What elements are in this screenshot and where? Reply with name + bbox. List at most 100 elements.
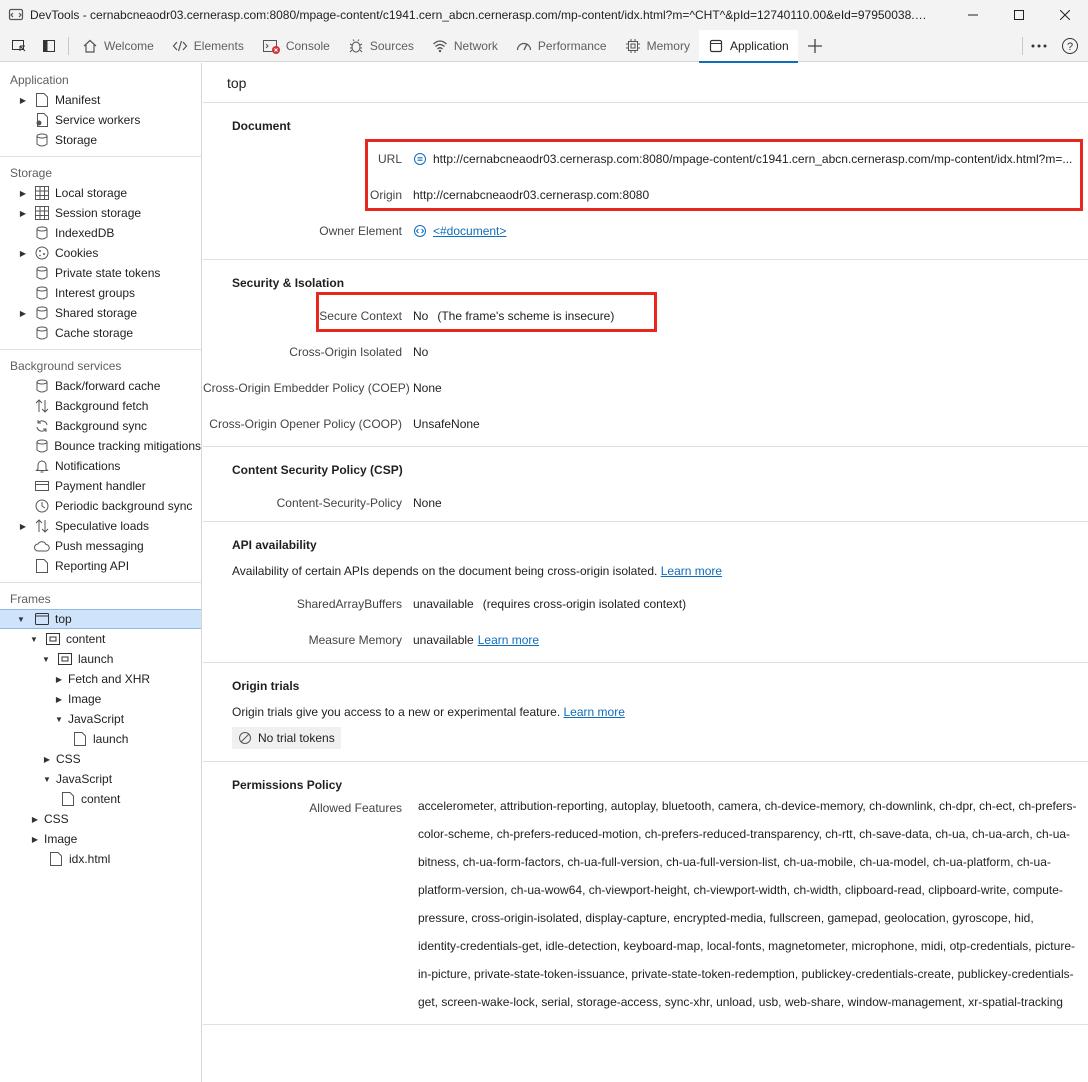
sidebar-item-cookies[interactable]: ▶ Cookies <box>0 243 201 263</box>
coep-label: Cross-Origin Embedder Policy (COEP) <box>203 381 410 395</box>
measure-memory-value: unavailable <box>413 633 474 647</box>
help-icon: ? <box>1062 37 1078 54</box>
frame-item-idx-html[interactable]: idx.html <box>0 849 201 869</box>
csp-label: Content-Security-Policy <box>276 496 402 510</box>
blocked-icon <box>239 732 251 744</box>
sidebar-item-interest-groups[interactable]: Interest groups <box>0 283 201 303</box>
frame-item-fetch-xhr[interactable]: ▶ Fetch and XHR <box>0 669 201 689</box>
tab-network[interactable]: Network <box>423 30 507 62</box>
coi-label: Cross-Origin Isolated <box>289 345 402 359</box>
sidebar-item-push-messaging[interactable]: Push messaging <box>0 536 201 556</box>
sidebar-item-service-workers[interactable]: Service workers <box>0 110 201 130</box>
sidebar-item-background-sync[interactable]: Background sync <box>0 416 201 436</box>
collapse-arrow-icon[interactable]: ▼ <box>54 715 64 724</box>
owner-element-row: Owner Element <#document> <box>203 213 1088 249</box>
tab-sources[interactable]: Sources <box>339 30 423 62</box>
sidebar-section-storage: Storage <box>10 166 53 180</box>
add-tab-button[interactable] <box>800 30 830 62</box>
measure-memory-learn-more-link[interactable]: Learn more <box>478 633 539 647</box>
expand-arrow-icon[interactable]: ▶ <box>30 835 40 844</box>
expand-arrow-icon[interactable]: ▶ <box>54 675 64 684</box>
more-options-button[interactable] <box>1024 30 1054 62</box>
expand-arrow-icon[interactable]: ▶ <box>54 695 64 704</box>
device-toggle-button[interactable] <box>34 30 64 62</box>
minimize-button[interactable] <box>950 0 996 30</box>
close-window-button[interactable] <box>1042 0 1088 30</box>
inspect-element-button[interactable] <box>4 30 34 62</box>
sidebar-section-frames: Frames <box>10 592 51 606</box>
frame-item-content-script[interactable]: content <box>0 789 201 809</box>
measure-memory-label: Measure Memory <box>308 633 402 647</box>
sidebar-item-periodic-sync[interactable]: Periodic background sync <box>0 496 201 516</box>
expand-arrow-icon[interactable]: ▶ <box>18 522 28 531</box>
bug-icon <box>349 38 363 52</box>
sidebar-item-notifications[interactable]: Notifications <box>0 456 201 476</box>
frame-item-launch[interactable]: ▼ launch <box>0 649 201 669</box>
up-down-arrows-icon <box>34 518 50 534</box>
coep-value: None <box>413 381 442 395</box>
tab-application[interactable]: Application <box>698 29 798 63</box>
frame-item-image[interactable]: ▶ Image <box>0 689 201 709</box>
expand-arrow-icon[interactable]: ▶ <box>42 755 52 764</box>
tab-performance[interactable]: Performance <box>507 30 616 62</box>
sidebar-item-back-forward-cache[interactable]: Back/forward cache <box>0 376 201 396</box>
csp-row: Content-Security-Policy None <box>203 485 1088 521</box>
sidebar-item-shared-storage[interactable]: ▶ Shared storage <box>0 303 201 323</box>
sidebar-item-indexeddb[interactable]: IndexedDB <box>0 223 201 243</box>
sidebar-item-private-state-tokens[interactable]: Private state tokens <box>0 263 201 283</box>
no-trial-tokens-chip: No trial tokens <box>232 727 341 749</box>
frame-item-image-top[interactable]: ▶ Image <box>0 829 201 849</box>
frame-item-css[interactable]: ▶ CSS <box>0 749 201 769</box>
coep-row: Cross-Origin Embedder Policy (COEP) None <box>203 370 1088 406</box>
maximize-button[interactable] <box>996 0 1042 30</box>
api-description: Availability of certain APIs depends on … <box>232 564 723 578</box>
devtools-app-icon <box>8 8 24 21</box>
section-heading: Origin trials <box>232 679 300 693</box>
frame-item-content[interactable]: ▼ content <box>0 629 201 649</box>
owner-element-link[interactable]: <#document> <box>433 224 506 238</box>
tab-console[interactable]: Console <box>253 30 339 62</box>
coop-row: Cross-Origin Opener Policy (COOP) Unsafe… <box>203 406 1088 442</box>
frame-item-launch-script[interactable]: launch <box>0 729 201 749</box>
sidebar-item-cache-storage[interactable]: Cache storage <box>0 323 201 343</box>
frame-item-top[interactable]: ▼ top <box>0 609 201 629</box>
expand-arrow-icon[interactable]: ▶ <box>18 209 28 218</box>
sidebar-item-session-storage[interactable]: ▶ Session storage <box>0 203 201 223</box>
collapse-arrow-icon[interactable]: ▼ <box>42 775 52 784</box>
expand-arrow-icon[interactable]: ▶ <box>18 96 28 105</box>
expand-arrow-icon[interactable]: ▶ <box>18 189 28 198</box>
credit-card-icon <box>34 478 50 494</box>
help-button[interactable]: ? <box>1055 30 1085 62</box>
origin-trials-learn-more-link[interactable]: Learn more <box>564 705 625 719</box>
sidebar-item-storage[interactable]: Storage <box>0 130 201 150</box>
expand-arrow-icon[interactable]: ▶ <box>18 249 28 258</box>
coop-value: UnsafeNone <box>413 417 480 431</box>
sidebar-item-manifest[interactable]: ▶ Manifest <box>0 90 201 110</box>
api-availability-section: API availability Availability of certain… <box>203 522 1088 663</box>
sidebar-item-payment-handler[interactable]: Payment handler <box>0 476 201 496</box>
tab-welcome[interactable]: Welcome <box>73 30 163 62</box>
toolbar-separator <box>1022 36 1023 55</box>
iframe-icon <box>45 631 61 647</box>
frame-item-css-top[interactable]: ▶ CSS <box>0 809 201 829</box>
tab-memory[interactable]: Memory <box>616 30 699 62</box>
api-learn-more-link[interactable]: Learn more <box>661 564 722 578</box>
frame-item-javascript-2[interactable]: ▼ JavaScript <box>0 769 201 789</box>
expand-arrow-icon[interactable]: ▶ <box>18 309 28 318</box>
tab-elements[interactable]: Elements <box>163 30 253 62</box>
sidebar-item-speculative-loads[interactable]: ▶ Speculative loads <box>0 516 201 536</box>
sidebar-item-local-storage[interactable]: ▶ Local storage <box>0 183 201 203</box>
sidebar-item-bounce-tracking[interactable]: Bounce tracking mitigations <box>0 436 201 456</box>
collapse-arrow-icon[interactable]: ▼ <box>29 635 39 644</box>
reveal-element-icon[interactable] <box>413 224 427 238</box>
application-icon <box>709 39 723 52</box>
frame-item-javascript[interactable]: ▼ JavaScript <box>0 709 201 729</box>
expand-arrow-icon[interactable]: ▶ <box>30 815 40 824</box>
allowed-features-value: accelerometer, attribution-reporting, au… <box>418 799 1077 1009</box>
sidebar-item-background-fetch[interactable]: Background fetch <box>0 396 201 416</box>
collapse-arrow-icon[interactable]: ▼ <box>16 615 26 624</box>
sidebar-item-reporting-api[interactable]: Reporting API <box>0 556 201 576</box>
owner-element-label: Owner Element <box>319 224 402 238</box>
csp-section: Content Security Policy (CSP) Content-Se… <box>203 447 1088 522</box>
collapse-arrow-icon[interactable]: ▼ <box>41 655 51 664</box>
